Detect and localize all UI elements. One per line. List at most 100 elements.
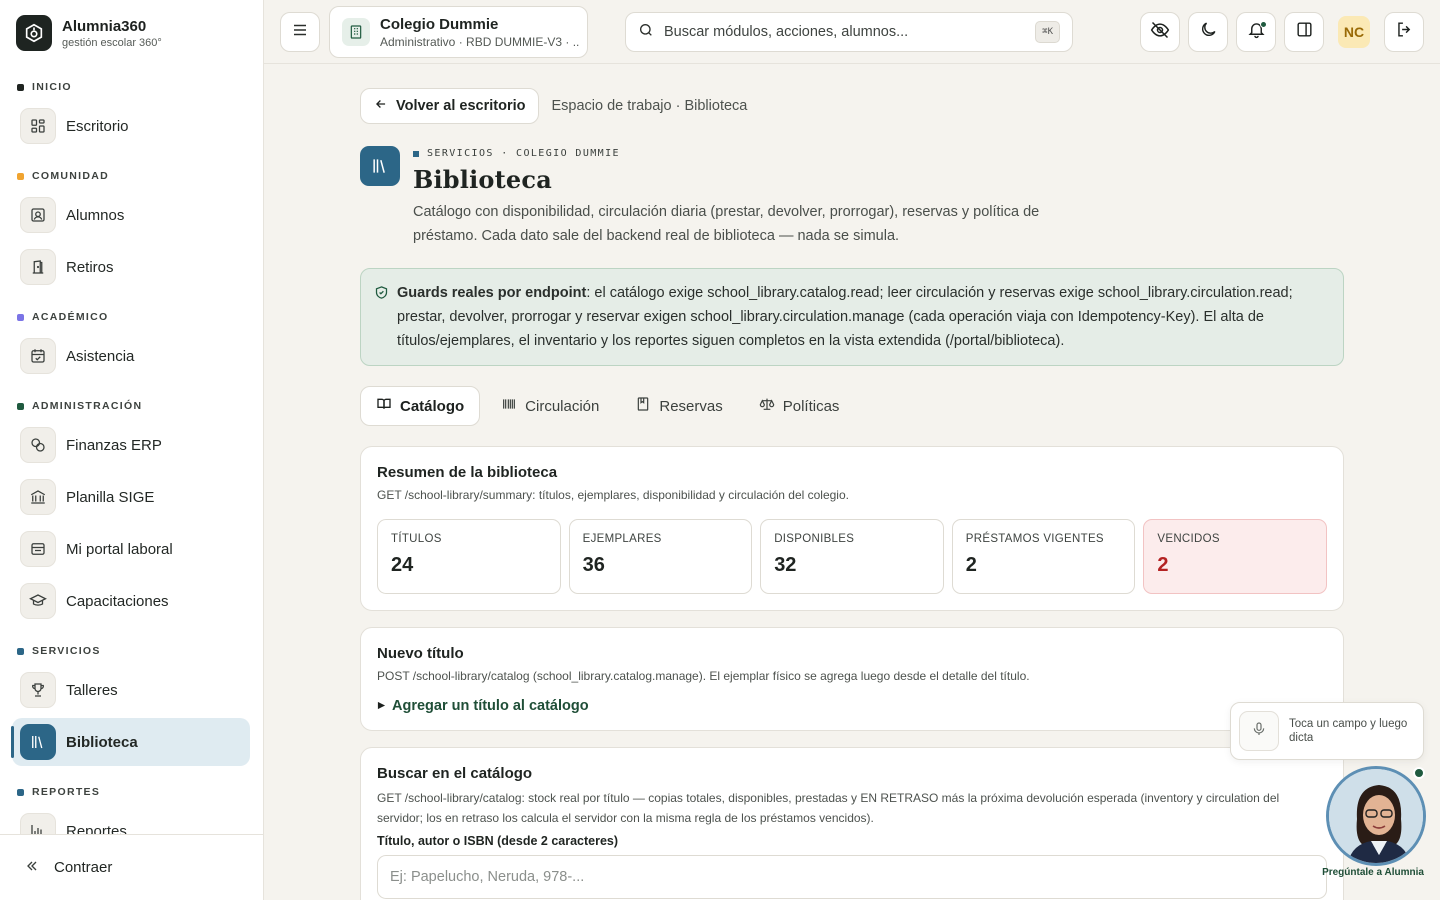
dictate-button[interactable]: [1239, 711, 1279, 751]
collapse-label: Contraer: [54, 859, 113, 876]
sidebar-item-biblioteca[interactable]: Biblioteca: [11, 718, 250, 766]
sidebar-item-label: Asistencia: [66, 347, 135, 365]
sidebar-item-finanzas-erp[interactable]: Finanzas ERP: [12, 421, 250, 469]
back-to-dashboard-button[interactable]: Volver al escritorio: [360, 88, 540, 124]
privacy-toggle-button[interactable]: [1140, 12, 1180, 52]
summary-stats: TÍTULOS 24 EJEMPLARES 36 DISPONIBLES 32 …: [377, 519, 1327, 594]
global-search[interactable]: ⌘K: [625, 12, 1073, 52]
section-label-comunidad: COMUNIDAD: [17, 161, 263, 191]
logout-button[interactable]: [1384, 12, 1424, 52]
section-label-servicios: SERVICIOS: [17, 636, 263, 666]
sidebar-item-label: Capacitaciones: [66, 592, 169, 610]
hamburger-icon: [291, 21, 309, 44]
building-icon: [342, 18, 370, 46]
new-title-card: Nuevo título POST /school-library/catalo…: [360, 627, 1344, 731]
page-description: Catálogo con disponibilidad, circulación…: [413, 204, 1040, 244]
stat-ejemplares: EJEMPLARES 36: [568, 519, 753, 594]
sidebar-item-mi-portal-laboral[interactable]: Mi portal laboral: [12, 525, 250, 573]
school-subtitle: Administrativo · RBD DUMMIE-V3 · ...: [380, 34, 580, 49]
section-dot: [17, 313, 24, 321]
sidebar-item-label: Finanzas ERP: [66, 436, 162, 454]
assistant-avatar[interactable]: [1326, 766, 1426, 866]
assistant-portrait-icon: [1329, 769, 1423, 863]
open-book-icon: [376, 396, 392, 416]
library-icon: [20, 724, 56, 760]
sidebar-item-alumnos[interactable]: Alumnos: [12, 191, 250, 239]
notice-title: Guards reales por endpoint: [397, 285, 587, 301]
bar-chart-icon: [20, 813, 56, 834]
sidebar-item-retiros[interactable]: Retiros: [12, 243, 250, 291]
tab-catalogo[interactable]: Catálogo: [360, 386, 481, 426]
section-dot: [17, 647, 24, 655]
sidebar-item-label: Mi portal laboral: [66, 540, 173, 558]
search-shortcut-badge: ⌘K: [1035, 21, 1060, 43]
school-selector[interactable]: Colegio Dummie Administrativo · RBD DUMM…: [329, 6, 588, 58]
sidebar-item-asistencia[interactable]: Asistencia: [12, 332, 250, 380]
menu-button[interactable]: [280, 12, 320, 52]
section-dot: [17, 83, 24, 91]
sidebar-item-label: Alumnos: [66, 206, 125, 224]
stat-disponibles: DISPONIBLES 32: [760, 519, 944, 594]
shield-check-icon: [374, 284, 389, 308]
sidebar-item-escritorio[interactable]: Escritorio: [12, 102, 250, 150]
notification-dot: [1260, 21, 1267, 28]
inbox-icon: [20, 531, 56, 567]
student-id-icon: [20, 197, 56, 233]
sidebar-item-label: Biblioteca: [66, 733, 138, 751]
barcode-icon: [501, 396, 517, 416]
brand-logo-icon: [16, 15, 52, 51]
theme-toggle-button[interactable]: [1188, 12, 1228, 52]
user-avatar[interactable]: NC: [1338, 16, 1370, 48]
sidebar-item-label: Escritorio: [66, 117, 129, 135]
new-title-heading: Nuevo título: [377, 645, 464, 662]
sidebar-panel-icon: [1295, 20, 1314, 44]
sidebar-item-planilla-sige[interactable]: Planilla SIGE: [12, 473, 250, 521]
trophy-icon: [20, 672, 56, 708]
breadcrumb: Espacio de trabajo · Biblioteca: [551, 98, 748, 114]
bank-icon: [20, 479, 56, 515]
sidebar: Alumnia360 gestión escolar 360° INICIO E…: [0, 0, 264, 900]
eyebrow-marker: [413, 150, 419, 157]
summary-card: Resumen de la biblioteca GET /school-lib…: [360, 446, 1344, 611]
graduation-cap-icon: [20, 583, 56, 619]
stat-vencidos: VENCIDOS 2: [1143, 519, 1327, 594]
brand[interactable]: Alumnia360 gestión escolar 360°: [16, 15, 162, 51]
sidebar-item-label: Reportes: [66, 822, 127, 835]
grid-icon: [20, 108, 56, 144]
assistant-label: Pregúntale a Alumnia: [1322, 867, 1424, 878]
collapse-sidebar-button[interactable]: Contraer: [0, 834, 263, 900]
catalog-search-label: Título, autor o ISBN (desde 2 caracteres…: [377, 834, 619, 848]
section-dot: [17, 402, 24, 410]
sidebar-nav: INICIO Escritorio COMUNIDAD Alumnos Reti…: [0, 72, 263, 834]
triangle-right-icon: [377, 698, 386, 714]
sidebar-item-talleres[interactable]: Talleres: [12, 666, 250, 714]
sidebar-item-capacitaciones[interactable]: Capacitaciones: [12, 577, 250, 625]
catalog-search-input[interactable]: [377, 855, 1327, 899]
search-catalog-heading: Buscar en el catálogo: [377, 765, 533, 782]
sidebar-item-label: Retiros: [66, 258, 114, 276]
brand-name: Alumnia360: [62, 17, 147, 35]
eye-off-icon: [1150, 20, 1170, 45]
back-label: Volver al escritorio: [396, 98, 526, 114]
calendar-check-icon: [20, 338, 56, 374]
brand-tagline: gestión escolar 360°: [62, 36, 162, 49]
toggle-panel-button[interactable]: [1284, 12, 1324, 52]
tab-circulacion[interactable]: Circulación: [486, 386, 614, 426]
tab-politicas[interactable]: Políticas: [744, 386, 855, 426]
section-label-inicio: INICIO: [17, 72, 263, 102]
dictation-widget: Toca un campo y luego dicta: [1230, 702, 1424, 760]
sidebar-item-reportes[interactable]: Reportes: [12, 807, 250, 834]
sidebar-item-label: Talleres: [66, 681, 118, 699]
sidebar-item-label: Planilla SIGE: [66, 488, 155, 506]
page-header: SERVICIOS · COLEGIO DUMMIE Biblioteca Ca…: [360, 146, 1344, 248]
arrow-left-icon: [374, 97, 388, 115]
new-title-subtitle: POST /school-library/catalog (school_lib…: [377, 669, 1030, 683]
add-title-disclosure[interactable]: Agregar un título al catálogo: [377, 698, 1327, 714]
search-input[interactable]: [664, 24, 1026, 40]
page-eyebrow: SERVICIOS · COLEGIO DUMMIE: [413, 148, 1053, 159]
notifications-button[interactable]: [1236, 12, 1276, 52]
tab-reservas[interactable]: Reservas: [620, 386, 737, 426]
page-title: Biblioteca: [413, 165, 552, 194]
main-content: Volver al escritorio Espacio de trabajo …: [360, 88, 1344, 900]
summary-title: Resumen de la biblioteca: [377, 464, 558, 481]
